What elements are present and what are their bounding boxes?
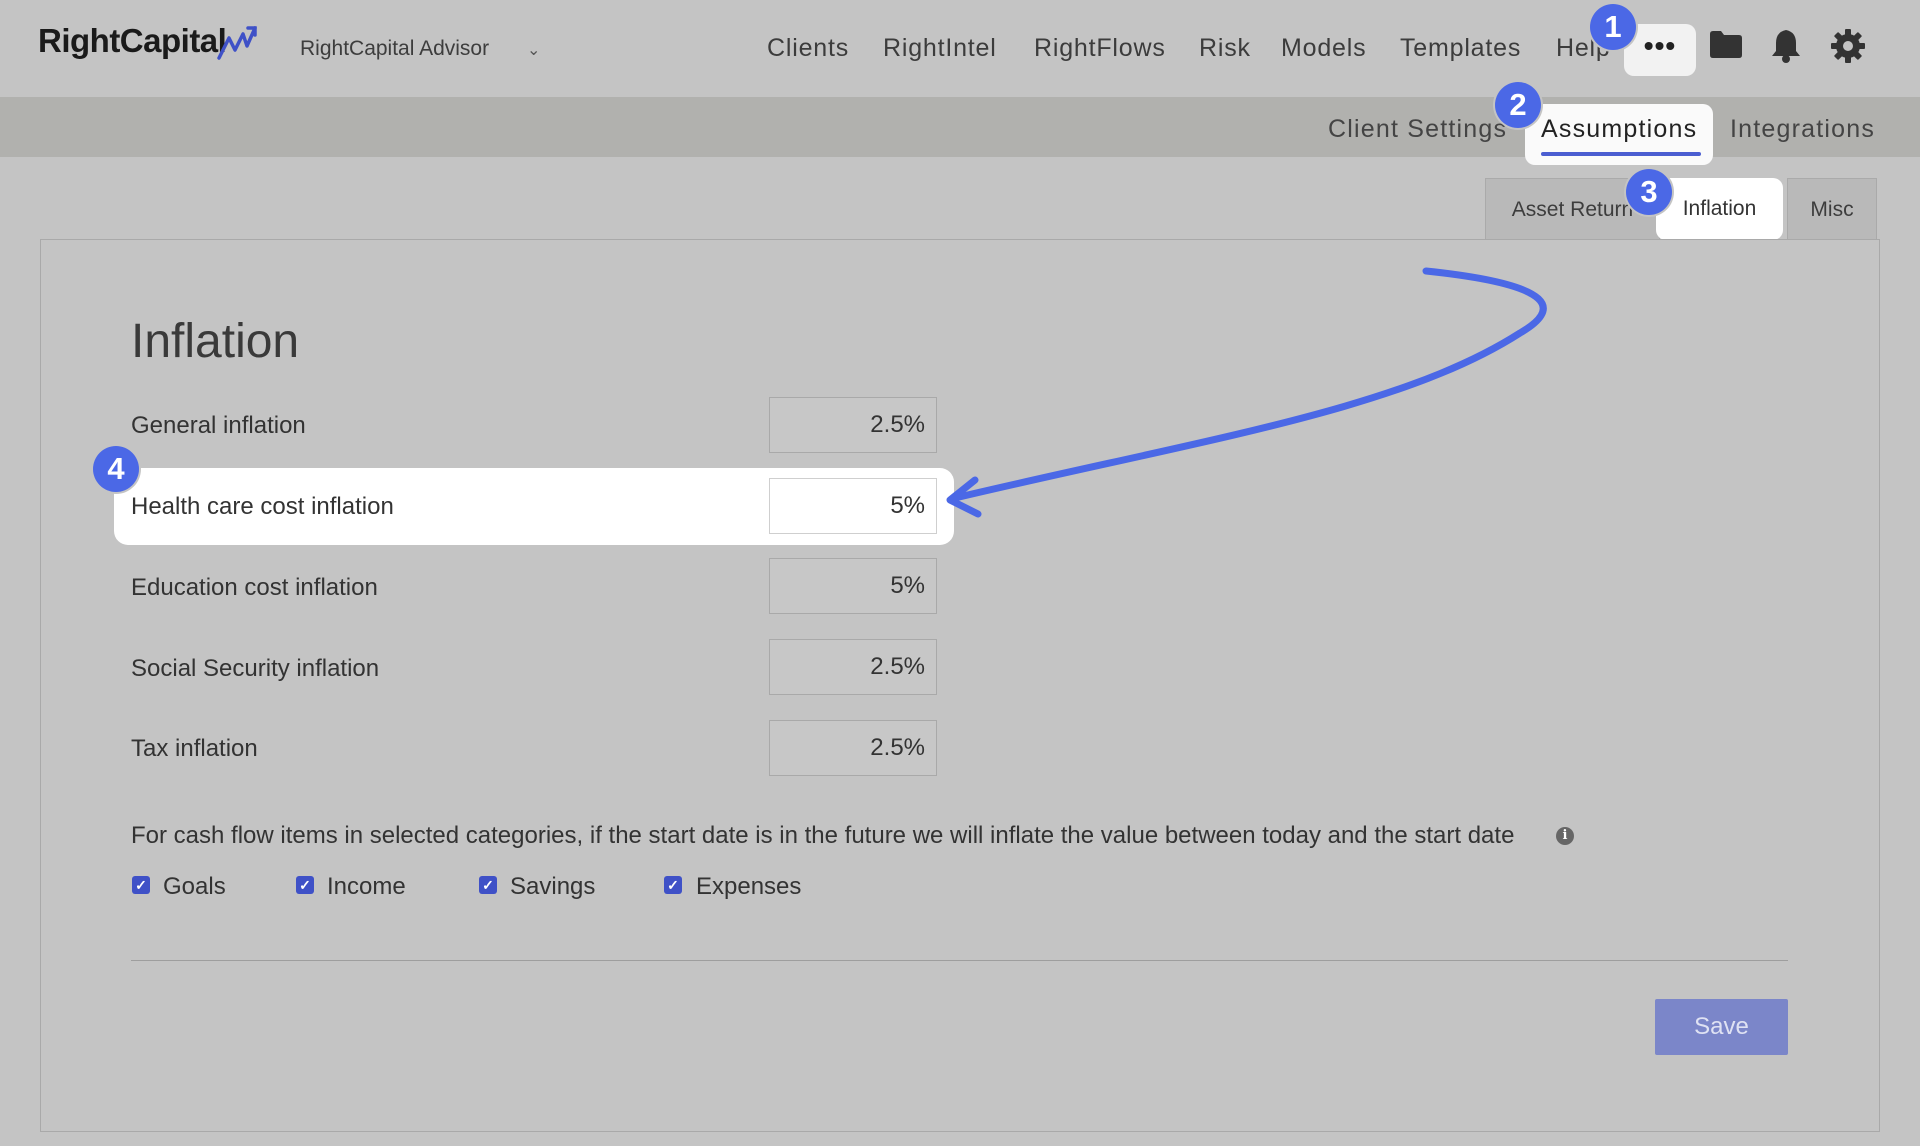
step-badge-2: 2: [1495, 82, 1541, 128]
annotation-arrow: [946, 267, 1547, 518]
step-badge-1: 1: [1590, 4, 1636, 50]
step-badge-4: 4: [93, 446, 139, 492]
step-badge-3: 3: [1626, 169, 1672, 215]
